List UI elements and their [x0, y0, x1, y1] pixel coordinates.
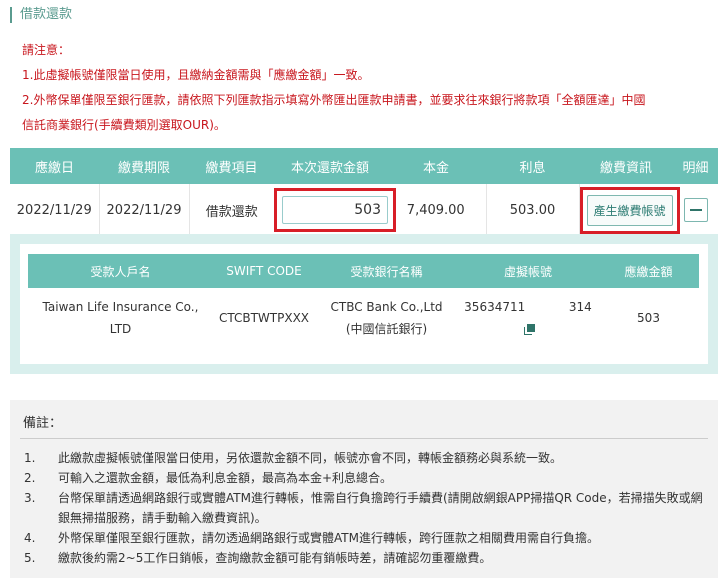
remark-text: 可輸入之還款金額，最低為利息金額，最高為本金+利息總合。	[58, 471, 393, 485]
remark-number: 5.	[24, 551, 36, 565]
account-prefix: 35634711	[464, 300, 526, 314]
collapse-detail-button[interactable]	[683, 198, 708, 222]
table-header-row: 應繳日 繳費期限 繳費項目 本次還款金額 本金 利息 繳費資訊 明細	[10, 148, 718, 184]
notice-line-2b: 信託商業銀行(手續費類別選取OUR)。	[22, 118, 226, 132]
remarks-title: 備註：	[23, 416, 63, 431]
payee-line-1: Taiwan Life Insurance Co.,	[42, 300, 199, 314]
list-item: 1. 此繳款虛擬帳號僅限當日使用，另依還款金額不同，帳號亦會不同，轉帳金額務必與系…	[20, 448, 710, 468]
due-date-cell: 2022/11/29	[10, 184, 100, 237]
generate-highlight: 產生繳費帳號	[579, 186, 680, 234]
remark-number: 1.	[24, 451, 36, 465]
principal-cell: 7,409.00	[386, 184, 487, 237]
header-deadline: 繳費期限	[99, 148, 189, 184]
notice-line-2a: 2.外幣保單僅限至銀行匯款，請依照下列匯款指示填寫外幣匯出匯款申請書，並要求往來…	[22, 93, 646, 107]
virtual-account-cell: 35634711 314	[458, 288, 598, 348]
detail-cell	[673, 184, 718, 237]
header-interest: 利息	[486, 148, 579, 184]
header-due-date: 應繳日	[10, 148, 99, 184]
item-cell: 借款還款	[189, 184, 274, 237]
generate-account-button[interactable]: 產生繳費帳號	[586, 194, 673, 226]
detail-header-row: 受款人戶名 SWIFT CODE 受款銀行名稱 虛擬帳號 應繳金額	[28, 254, 699, 288]
payee-line-2: LTD	[109, 322, 132, 336]
header-swift: SWIFT CODE	[213, 254, 315, 288]
copy-icon[interactable]	[523, 323, 535, 336]
header-principal: 本金	[386, 148, 486, 184]
detail-row: Taiwan Life Insurance Co., LTD CTCBTWTPX…	[28, 288, 699, 348]
section-title: 借款還款	[10, 7, 72, 23]
header-amount: 本次還款金額	[274, 148, 386, 184]
header-detail: 明細	[673, 148, 718, 184]
notice-heading: 請注意：	[22, 43, 71, 57]
list-item: 2. 可輸入之還款金額，最低為利息金額，最高為本金+利息總合。	[20, 468, 710, 488]
header-amount-due: 應繳金額	[598, 254, 699, 288]
remarks-list: 1. 此繳款虛擬帳號僅限當日使用，另依還款金額不同，帳號亦會不同，轉帳金額務必與系…	[20, 448, 710, 568]
swift-cell: CTCBTWTPXXX	[218, 311, 310, 325]
list-item: 5. 繳款後約需2~5工作日銷帳，查詢繳款金額可能有銷帳時差，請確認勿重覆繳費。	[20, 548, 710, 568]
header-payee: 受款人戶名	[28, 254, 213, 288]
remark-number: 3.	[24, 491, 36, 505]
remarks-panel: 備註： 1. 此繳款虛擬帳號僅限當日使用，另依還款金額不同，帳號亦會不同，轉帳金額…	[10, 400, 718, 578]
detail-inner: 受款人戶名 SWIFT CODE 受款銀行名稱 虛擬帳號 應繳金額 Taiwan…	[20, 244, 708, 364]
amount-due-cell: 503	[637, 311, 660, 325]
deadline-cell: 2022/11/29	[99, 184, 190, 237]
remark-number: 4.	[24, 531, 36, 545]
list-item: 3. 台幣保單請透過網路銀行或實體ATM進行轉帳，惟需自行負擔跨行手續費(請開啟網…	[20, 488, 710, 528]
header-item: 繳費項目	[189, 148, 274, 184]
amount-highlight	[274, 188, 396, 232]
repayment-table: 應繳日 繳費期限 繳費項目 本次還款金額 本金 利息 繳費資訊 明細 2022/…	[10, 148, 718, 237]
bank-line-2: (中國信託銀行)	[345, 322, 428, 336]
remark-text: 此繳款虛擬帳號僅限當日使用，另依還款金額不同，帳號亦會不同，轉帳金額務必與系統一…	[58, 451, 563, 465]
repayment-amount-input[interactable]	[282, 196, 388, 224]
remark-text: 繳款後約需2~5工作日銷帳，查詢繳款金額可能有銷帳時差，請確認勿重覆繳費。	[58, 551, 492, 565]
remittance-detail-table: 受款人戶名 SWIFT CODE 受款銀行名稱 虛擬帳號 應繳金額 Taiwan…	[28, 254, 699, 348]
bank-cell: CTBC Bank Co.,Ltd (中國信託銀行)	[315, 288, 458, 348]
remark-text: 外幣保單僅限至銀行匯款，請勿透過網路銀行或實體ATM進行轉帳，跨行匯款之相關費用…	[58, 531, 599, 545]
list-item: 4. 外幣保單僅限至銀行匯款，請勿透過網路銀行或實體ATM進行轉帳，跨行匯款之相關…	[20, 528, 710, 548]
account-suffix: 314	[568, 300, 592, 314]
header-virtual-account: 虛擬帳號	[458, 254, 598, 288]
bank-line-1: CTBC Bank Co.,Ltd	[330, 300, 443, 314]
table-row: 2022/11/29 2022/11/29 借款還款 7,409.00 503.…	[10, 184, 718, 237]
interest-cell: 503.00	[486, 184, 580, 237]
remarks-divider	[20, 438, 708, 439]
notice-block: 請注意： 1.此虛擬帳號僅限當日使用，且繳納金額需與「應繳金額」一致。 2.外幣…	[22, 38, 645, 138]
notice-line-1: 1.此虛擬帳號僅限當日使用，且繳納金額需與「應繳金額」一致。	[22, 68, 370, 82]
remark-number: 2.	[24, 471, 36, 485]
header-bank: 受款銀行名稱	[315, 254, 458, 288]
payee-cell: Taiwan Life Insurance Co., LTD	[28, 288, 213, 348]
loan-repayment-page: 借款還款 請注意： 1.此虛擬帳號僅限當日使用，且繳納金額需與「應繳金額」一致。…	[0, 0, 725, 578]
amount-cell	[274, 184, 396, 237]
header-payment-info: 繳費資訊	[579, 148, 673, 184]
detail-panel: 受款人戶名 SWIFT CODE 受款銀行名稱 虛擬帳號 應繳金額 Taiwan…	[10, 234, 718, 374]
remark-text: 台幣保單請透過網路銀行或實體ATM進行轉帳，惟需自行負擔跨行手續費(請開啟網銀A…	[58, 491, 703, 525]
payment-info-cell: 產生繳費帳號	[579, 184, 680, 237]
